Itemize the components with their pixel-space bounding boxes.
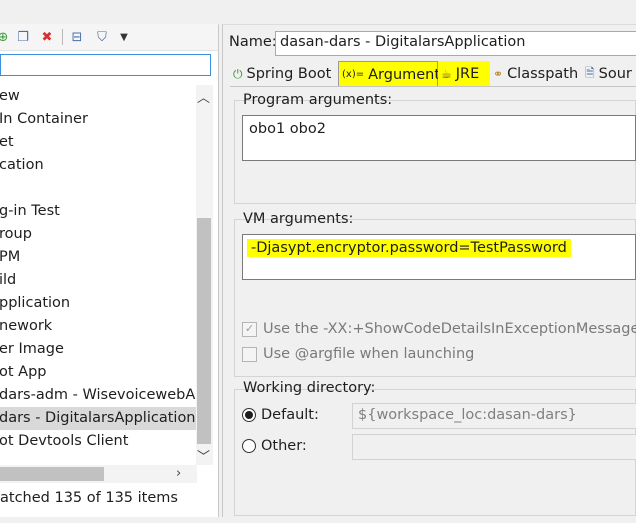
toolbar-separator	[62, 29, 63, 45]
filter-status-text: atched 135 of 135 items	[0, 490, 178, 506]
other-dir-field	[352, 434, 636, 460]
working-directory-title: Working directory:	[243, 380, 376, 396]
view-menu-icon[interactable]: ▼	[115, 28, 133, 46]
name-label: Name:	[229, 34, 277, 50]
tree-item[interactable]: er Image	[0, 338, 197, 361]
tab-label: Spring Boot	[246, 66, 332, 82]
classpath-icon: ⚭	[493, 67, 504, 81]
tab-label: Sour	[598, 66, 632, 82]
config-tabs: ⏻ Spring Boot (x)= Arguments ☕ JRE ⚭ Cla…	[226, 61, 636, 87]
default-dir-value: ${workspace_loc:dasan-dars}	[358, 407, 577, 423]
duplicate-icon[interactable]: ❐	[14, 28, 32, 46]
tree-item[interactable]: dars-adm - WisevoicewebAp	[0, 384, 197, 407]
tab-spring-boot[interactable]: ⏻ Spring Boot	[230, 61, 338, 87]
tree-item[interactable]: g-in Test	[0, 200, 197, 223]
jre-icon: ☕	[441, 67, 452, 81]
tree-item[interactable]: ot Devtools Client	[0, 430, 197, 453]
new-config-icon[interactable]: ⊕	[0, 28, 12, 46]
default-dir-radio[interactable]	[242, 408, 256, 422]
tree-item[interactable]: ild	[0, 269, 197, 292]
config-toolbar: ⊕ ❐ ✖ ⊟ ⛉ ▼	[0, 24, 218, 51]
other-dir-radio[interactable]	[242, 439, 256, 453]
scroll-right-icon[interactable]: ›	[176, 466, 181, 481]
tree-item[interactable]: et	[0, 131, 197, 154]
tab-label: Arguments	[368, 66, 448, 83]
program-arguments-text: obo1 obo2	[249, 121, 326, 137]
argfile-option: Use @argfile when launching	[242, 346, 474, 362]
tree-vertical-scroll-thumb[interactable]	[197, 218, 211, 444]
tree-item[interactable]: pplication	[0, 292, 197, 315]
tree-item[interactable]: In Container	[0, 108, 197, 131]
config-name-input[interactable]: dasan-dars - DigitalarsApplication	[275, 31, 636, 56]
tab-jre[interactable]: ☕ JRE	[438, 61, 490, 87]
argfile-checkbox	[242, 346, 257, 362]
show-code-details-label: Use the -XX:+ShowCodeDetailsInExceptionM…	[263, 321, 636, 337]
vm-arguments-title: VM arguments:	[243, 211, 354, 227]
other-dir-label: Other:	[261, 438, 307, 454]
collapse-all-icon[interactable]: ⊟	[68, 28, 86, 46]
launch-config-tree[interactable]: ew In Container et cation g-in Test roup PM ild…	[0, 85, 197, 465]
program-arguments-textarea[interactable]: obo1 obo2	[242, 115, 636, 161]
vm-arguments-text: -Djasypt.encryptor.password=TestPassword	[247, 239, 571, 257]
filter-input[interactable]	[0, 54, 211, 76]
scroll-up-icon[interactable]: ︿	[197, 87, 210, 106]
radio-selected-dot	[245, 411, 253, 419]
tab-source[interactable]: 🗎 Sour	[582, 61, 636, 87]
default-dir-field: ${workspace_loc:dasan-dars}	[352, 403, 636, 429]
tree-item[interactable]	[0, 177, 197, 200]
source-icon: 🗎	[585, 65, 595, 80]
tab-arguments[interactable]: (x)= Arguments	[338, 61, 448, 87]
show-code-details-checkbox: ✓	[242, 321, 257, 337]
tab-label: Classpath	[507, 66, 579, 82]
default-dir-option[interactable]: Default:	[242, 407, 319, 423]
delete-icon[interactable]: ✖	[38, 28, 56, 46]
tree-item[interactable]: roup	[0, 223, 197, 246]
tab-classpath[interactable]: ⚭ Classpath	[490, 61, 582, 87]
other-dir-option[interactable]: Other:	[242, 438, 307, 454]
vm-arguments-textarea[interactable]: -Djasypt.encryptor.password=TestPassword	[242, 234, 636, 280]
tree-horizontal-scroll-thumb[interactable]	[0, 467, 104, 481]
tree-item[interactable]: ew	[0, 85, 197, 108]
tab-label: JRE	[455, 66, 480, 82]
tree-item[interactable]: nework	[0, 315, 197, 338]
scroll-down-icon[interactable]: ﹀	[197, 446, 210, 465]
program-arguments-title: Program arguments:	[243, 92, 393, 108]
tree-item[interactable]: dars - DigitalarsApplication	[0, 407, 197, 430]
tree-item[interactable]: PM	[0, 246, 197, 269]
spring-boot-icon: ⏻	[233, 66, 243, 81]
show-code-details-option: ✓ Use the -XX:+ShowCodeDetailsInExceptio…	[242, 321, 636, 337]
filter-icon[interactable]: ⛉	[93, 28, 111, 46]
arguments-icon: (x)=	[342, 69, 365, 80]
tree-item[interactable]: ot App	[0, 361, 197, 384]
default-dir-label: Default:	[261, 407, 319, 423]
tree-item[interactable]: cation	[0, 154, 197, 177]
argfile-label: Use @argfile when launching	[263, 346, 475, 362]
